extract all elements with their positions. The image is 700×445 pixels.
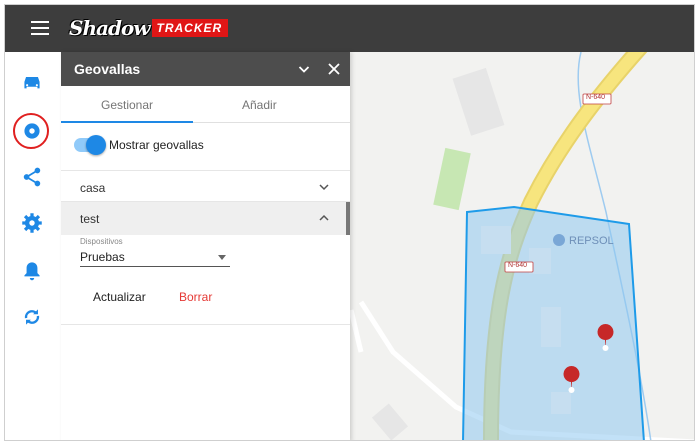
share-icon[interactable] (19, 164, 45, 190)
app-logo: Shadow TRACKER (69, 16, 229, 40)
map-building (541, 307, 561, 347)
chevron-up-icon[interactable] (318, 212, 330, 224)
collapse-chevron-icon[interactable] (295, 60, 313, 78)
bell-icon[interactable] (19, 258, 45, 284)
panel-title: Geovallas (74, 61, 141, 77)
delete-button[interactable]: Borrar (179, 290, 212, 304)
road-label-1: N-640 (586, 94, 606, 101)
map-park (433, 147, 471, 211)
close-icon[interactable] (325, 60, 343, 78)
nav-rail (5, 52, 61, 440)
map-building (452, 67, 505, 136)
road-label-2: N-640 (508, 262, 528, 269)
poi-label: REPSOL (569, 235, 614, 247)
dropdown-arrow-icon (218, 255, 226, 260)
devices-select-value: Pruebas (80, 250, 125, 264)
geofence-icon[interactable] (19, 118, 45, 144)
car-icon[interactable] (19, 70, 45, 96)
chevron-down-icon[interactable] (318, 181, 330, 193)
app-frame: N-640 N-640 REPSOL Shadow TRACKER Geoval… (4, 4, 695, 441)
map-building (481, 226, 511, 254)
geofence-item-test[interactable]: test (61, 202, 350, 235)
panel-header: Geovallas (61, 52, 350, 86)
panel-tabs: Gestionar Añadir (61, 86, 350, 123)
fuel-station-icon[interactable] (553, 234, 565, 246)
sync-icon[interactable] (19, 304, 45, 330)
geofence-item-casa[interactable]: casa (61, 171, 350, 202)
show-geofences-toggle[interactable] (74, 135, 106, 155)
gear-icon[interactable] (19, 210, 45, 236)
devices-select[interactable]: Pruebas (80, 247, 230, 267)
geofence-details: Dispositivos Pruebas Actualizar Borrar (61, 235, 350, 325)
logo-main: Shadow (69, 16, 150, 40)
tab-gestionar[interactable]: Gestionar (101, 98, 153, 112)
geofences-panel: Geovallas Gestionar Añadir Mostrar geova… (61, 52, 350, 440)
show-geofences-row: Mostrar geovallas (61, 123, 350, 171)
geofence-name: casa (80, 181, 106, 195)
map-building (551, 392, 571, 414)
scrollbar-thumb[interactable] (346, 202, 350, 235)
show-geofences-label: Mostrar geovallas (109, 138, 204, 152)
map-building (371, 403, 409, 440)
update-button[interactable]: Actualizar (93, 290, 146, 304)
logo-sub: TRACKER (152, 19, 229, 37)
top-app-bar: Shadow TRACKER (5, 5, 694, 52)
geofence-name: test (80, 212, 100, 226)
devices-label: Dispositivos (80, 237, 123, 246)
menu-icon[interactable] (31, 21, 49, 35)
tab-anadir[interactable]: Añadir (242, 98, 277, 112)
